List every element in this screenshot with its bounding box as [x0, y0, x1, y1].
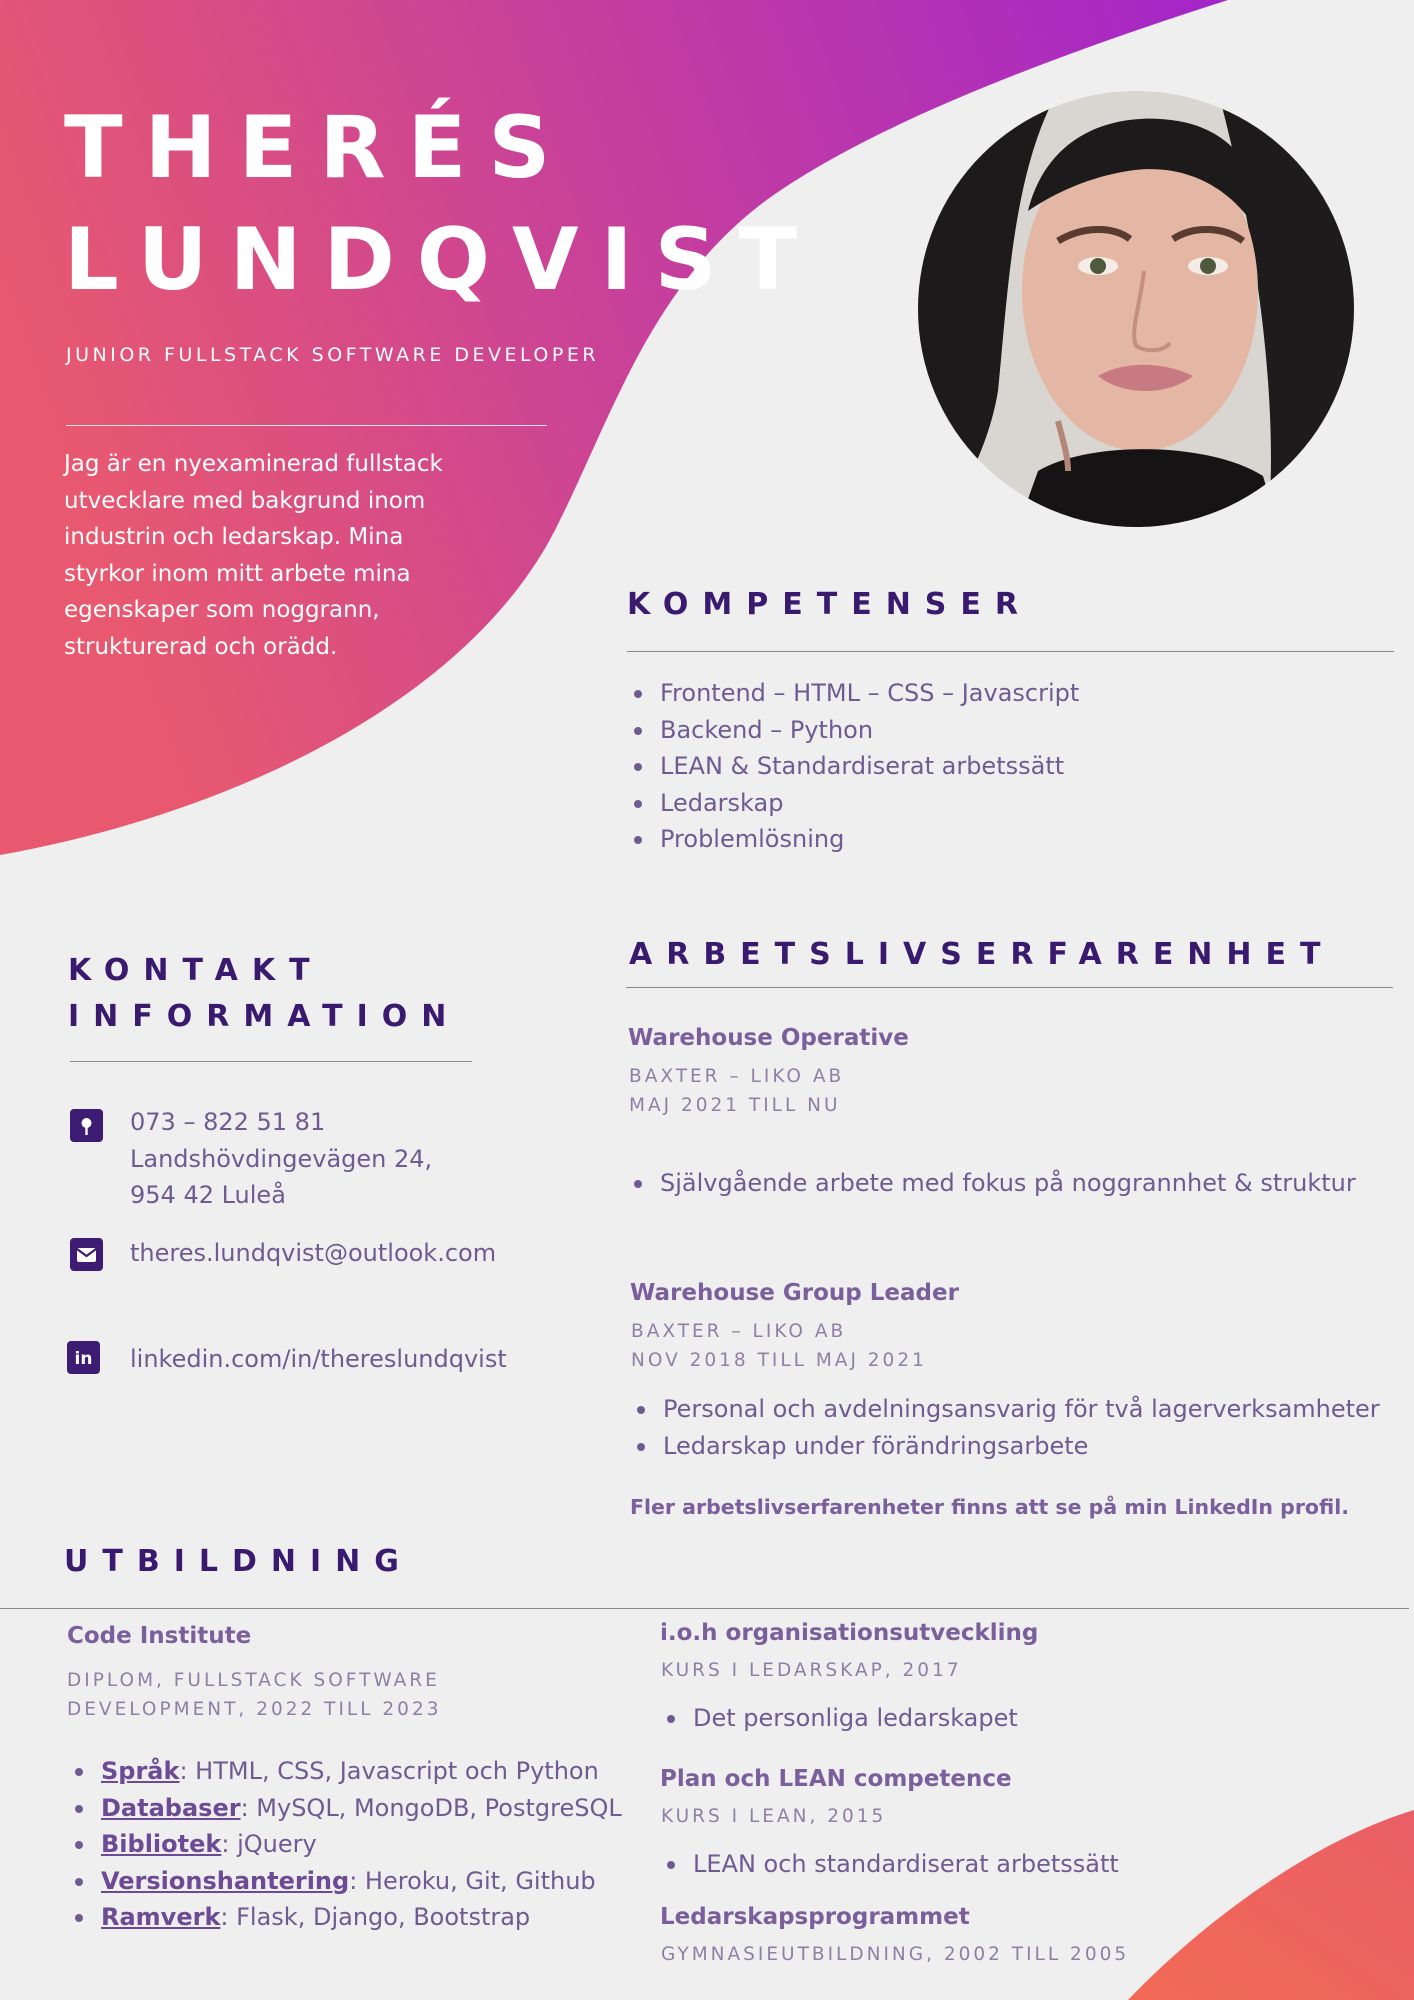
list-item: Frontend – HTML – CSS – Javascript — [627, 675, 1079, 712]
course-meta-3: GYMNASIEUTBILDNING, 2002 TILL 2005 — [661, 1944, 1130, 1965]
linkedin-note: Fler arbetslivserfarenheter finns att se… — [630, 1495, 1350, 1519]
list-item: Ledarskap — [627, 785, 1079, 822]
job-bullets-1: Självgående arbete med fokus på noggrann… — [627, 1165, 1356, 1202]
degree: DIPLOM, FULLSTACK SOFTWARE DEVELOPMENT, … — [67, 1666, 442, 1724]
list-item: Personal och avdelningsansvarig för två … — [630, 1391, 1380, 1428]
last-name: LUNDQVIST — [64, 210, 820, 310]
item-value: : jQuery — [221, 1830, 317, 1858]
first-name: THERÉS — [64, 98, 573, 198]
item-key: Språk — [101, 1757, 180, 1785]
list-item: Självgående arbete med fokus på noggrann… — [627, 1165, 1356, 1202]
item-key: Bibliotek — [101, 1830, 222, 1858]
skills-list: Frontend – HTML – CSS – Javascript Backe… — [627, 675, 1079, 858]
item-value: : Heroku, Git, Github — [349, 1866, 596, 1895]
item-key: Databaser — [101, 1793, 241, 1822]
list-item: Bibliotek: jQuery — [68, 1826, 622, 1863]
address-line2: 954 42 Luleå — [130, 1181, 286, 1209]
education-skills-list: Språk: HTML, CSS, Javascript och Python … — [68, 1753, 622, 1936]
item-value: : Flask, Django, Bootstrap — [220, 1903, 531, 1931]
skills-divider — [627, 651, 1394, 652]
email-link[interactable]: theres.lundqvist@outlook.com — [130, 1235, 496, 1272]
phone-number: 073 – 822 51 81 — [130, 1108, 326, 1136]
list-item: Ledarskap under förändringsarbete — [630, 1428, 1380, 1465]
course-bullets-2: LEAN och standardiserat arbetssätt — [660, 1846, 1119, 1883]
job-company-1: BAXTER – LIKO AB — [629, 1066, 845, 1087]
list-item: Databaser: MySQL, MongoDB, PostgreSQL — [68, 1790, 622, 1827]
list-item: Versionshantering: Heroku, Git, Github — [68, 1863, 622, 1900]
address-line1: Landshövdingevägen 24, — [130, 1144, 433, 1173]
degree-line1: DIPLOM, FULLSTACK SOFTWARE — [67, 1670, 440, 1691]
course-bullets-1: Det personliga ledarskapet — [660, 1700, 1018, 1737]
job-title: JUNIOR FULLSTACK SOFTWARE DEVELOPER — [66, 344, 600, 366]
job-title-2: Warehouse Group Leader — [630, 1280, 959, 1306]
linkedin-icon: in — [67, 1341, 100, 1374]
header-divider — [66, 425, 547, 426]
list-item: Problemlösning — [627, 821, 1079, 858]
list-item: LEAN och standardiserat arbetssätt — [660, 1846, 1119, 1883]
contact-heading: KONTAKT INFORMATION — [68, 948, 460, 1040]
education-heading: UTBILDNING — [64, 1544, 413, 1579]
course-title-3: Ledarskapsprogrammet — [660, 1904, 970, 1930]
svg-text:in: in — [75, 1349, 93, 1369]
contact-heading-line1: KONTAKT — [68, 953, 324, 988]
item-key: Ramverk — [101, 1903, 221, 1931]
experience-divider — [626, 987, 1393, 988]
course-title-2: Plan och LEAN competence — [660, 1766, 1012, 1792]
degree-line2: DEVELOPMENT, 2022 TILL 2023 — [67, 1699, 442, 1720]
profile-photo — [918, 91, 1354, 527]
intro-text: Jag är en nyexaminerad fullstack utveckl… — [64, 451, 443, 660]
experience-heading: ARBETSLIVSERFARENHET — [629, 937, 1335, 972]
location-pin-icon — [70, 1109, 103, 1142]
skills-heading: KOMPETENSER — [627, 587, 1033, 622]
school-name: Code Institute — [67, 1623, 252, 1649]
course-meta-1: KURS I LEDARSKAP, 2017 — [661, 1660, 962, 1681]
full-name: THERÉS LUNDQVIST — [64, 92, 819, 316]
corner-gradient-shape — [1128, 1810, 1414, 2000]
job-company-2: BAXTER – LIKO AB — [631, 1321, 847, 1342]
course-meta-2: KURS I LEAN, 2015 — [661, 1806, 887, 1827]
email-icon — [70, 1238, 103, 1271]
education-divider — [0, 1608, 1409, 1609]
item-value: : HTML, CSS, Javascript och Python — [179, 1757, 599, 1785]
course-title-1: i.o.h organisationsutveckling — [660, 1620, 1039, 1646]
linkedin-link[interactable]: linkedin.com/in/thereslundqvist — [130, 1341, 507, 1378]
job-bullets-2: Personal och avdelningsansvarig för två … — [630, 1391, 1380, 1464]
contact-heading-line2: INFORMATION — [68, 999, 461, 1034]
item-key: Versionshantering — [101, 1866, 350, 1895]
list-item: Det personliga ledarskapet — [660, 1700, 1018, 1737]
list-item: LEAN & Standardiserat arbetssätt — [627, 748, 1079, 785]
contact-divider — [70, 1061, 472, 1062]
job-period-2: NOV 2018 TILL MAJ 2021 — [631, 1350, 927, 1371]
item-value: : MySQL, MongoDB, PostgreSQL — [240, 1793, 622, 1822]
list-item: Språk: HTML, CSS, Javascript och Python — [68, 1753, 622, 1790]
job-period-1: MAJ 2021 TILL NU — [629, 1095, 841, 1116]
list-item: Backend – Python — [627, 712, 1079, 749]
job-title-1: Warehouse Operative — [628, 1025, 909, 1051]
contact-address: 073 – 822 51 81 Landshövdingevägen 24, 9… — [130, 1104, 432, 1214]
list-item: Ramverk: Flask, Django, Bootstrap — [68, 1899, 622, 1936]
